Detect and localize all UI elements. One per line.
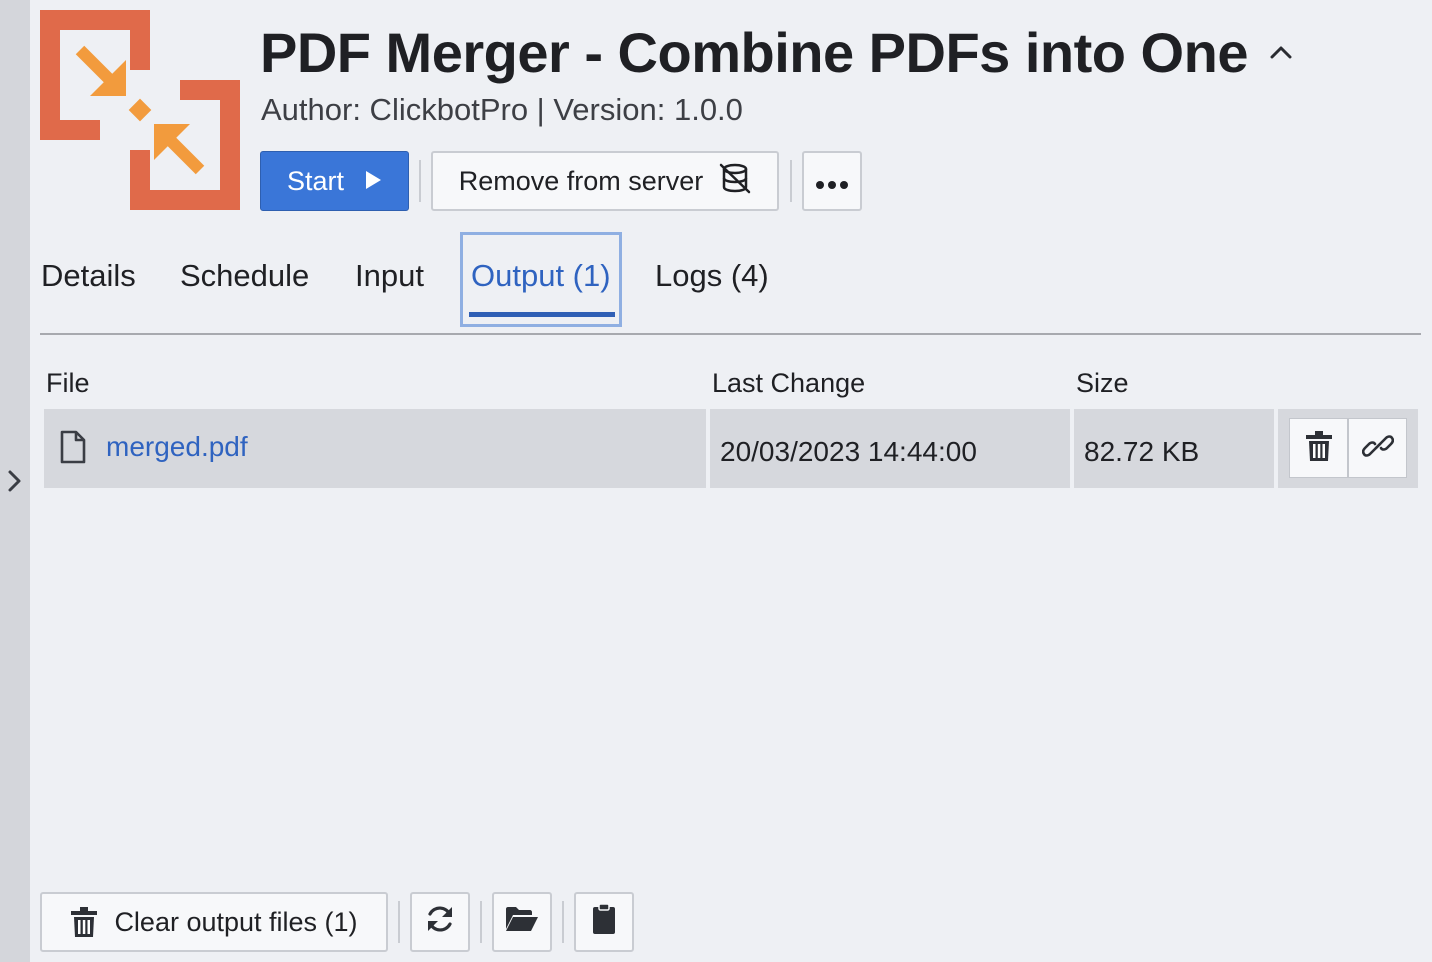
- start-button[interactable]: Start: [260, 151, 409, 211]
- active-tab-indicator: [469, 312, 615, 317]
- tab-logs[interactable]: Logs (4): [655, 258, 769, 294]
- column-header-size[interactable]: Size: [1076, 368, 1129, 399]
- link-icon: [1361, 430, 1394, 467]
- size-cell: 82.72 KB: [1074, 409, 1274, 488]
- remove-from-server-button[interactable]: Remove from server: [431, 151, 779, 211]
- refresh-icon: [424, 903, 456, 942]
- tabs-divider: [40, 333, 1421, 335]
- clipboard-icon: [592, 902, 616, 942]
- last-change-value: 20/03/2023 14:44:00: [720, 436, 977, 467]
- toolbar-separator: [419, 160, 421, 202]
- chevron-up-icon[interactable]: [1268, 39, 1294, 65]
- remove-button-label: Remove from server: [458, 165, 704, 196]
- file-name-link[interactable]: merged.pdf: [106, 431, 248, 463]
- last-change-cell: 20/03/2023 14:44:00: [710, 409, 1070, 488]
- copy-link-button[interactable]: [1348, 418, 1407, 478]
- file-icon: [60, 430, 86, 469]
- tab-schedule[interactable]: Schedule: [180, 258, 309, 294]
- folder-open-icon: [505, 905, 539, 940]
- tab-input[interactable]: Input: [355, 258, 424, 294]
- column-header-last-change[interactable]: Last Change: [712, 368, 865, 399]
- title-row: PDF Merger - Combine PDFs into One: [260, 16, 1294, 88]
- tab-output[interactable]: Output (1): [460, 232, 622, 327]
- trash-icon: [70, 906, 98, 938]
- trash-icon: [1305, 430, 1333, 467]
- size-value: 82.72 KB: [1084, 436, 1200, 467]
- app-title: PDF Merger - Combine PDFs into One: [260, 20, 1248, 84]
- tab-output-label: Output (1): [471, 258, 611, 293]
- file-cell: merged.pdf: [44, 409, 706, 488]
- column-header-file[interactable]: File: [46, 368, 90, 399]
- clear-output-files-label: Clear output files (1): [114, 906, 358, 937]
- clear-output-files-button[interactable]: Clear output files (1): [40, 892, 388, 952]
- app-logo: [40, 10, 240, 210]
- database-slash-icon: [719, 162, 751, 201]
- more-options-button[interactable]: [802, 151, 862, 211]
- delete-file-button[interactable]: [1289, 418, 1348, 478]
- refresh-button[interactable]: [410, 892, 470, 952]
- sidebar-expand-chevron-icon[interactable]: [4, 467, 26, 495]
- toolbar-separator: [790, 160, 792, 202]
- footer-separator: [398, 901, 400, 943]
- ellipsis-icon: [815, 166, 849, 197]
- footer-separator: [480, 901, 482, 943]
- open-folder-button[interactable]: [492, 892, 552, 952]
- app-subtitle: Author: ClickbotPro | Version: 1.0.0: [261, 92, 743, 127]
- start-button-label: Start: [286, 165, 345, 196]
- copy-to-clipboard-button[interactable]: [574, 892, 634, 952]
- footer-separator: [562, 901, 564, 943]
- play-icon: [364, 166, 382, 197]
- tab-details[interactable]: Details: [41, 258, 136, 294]
